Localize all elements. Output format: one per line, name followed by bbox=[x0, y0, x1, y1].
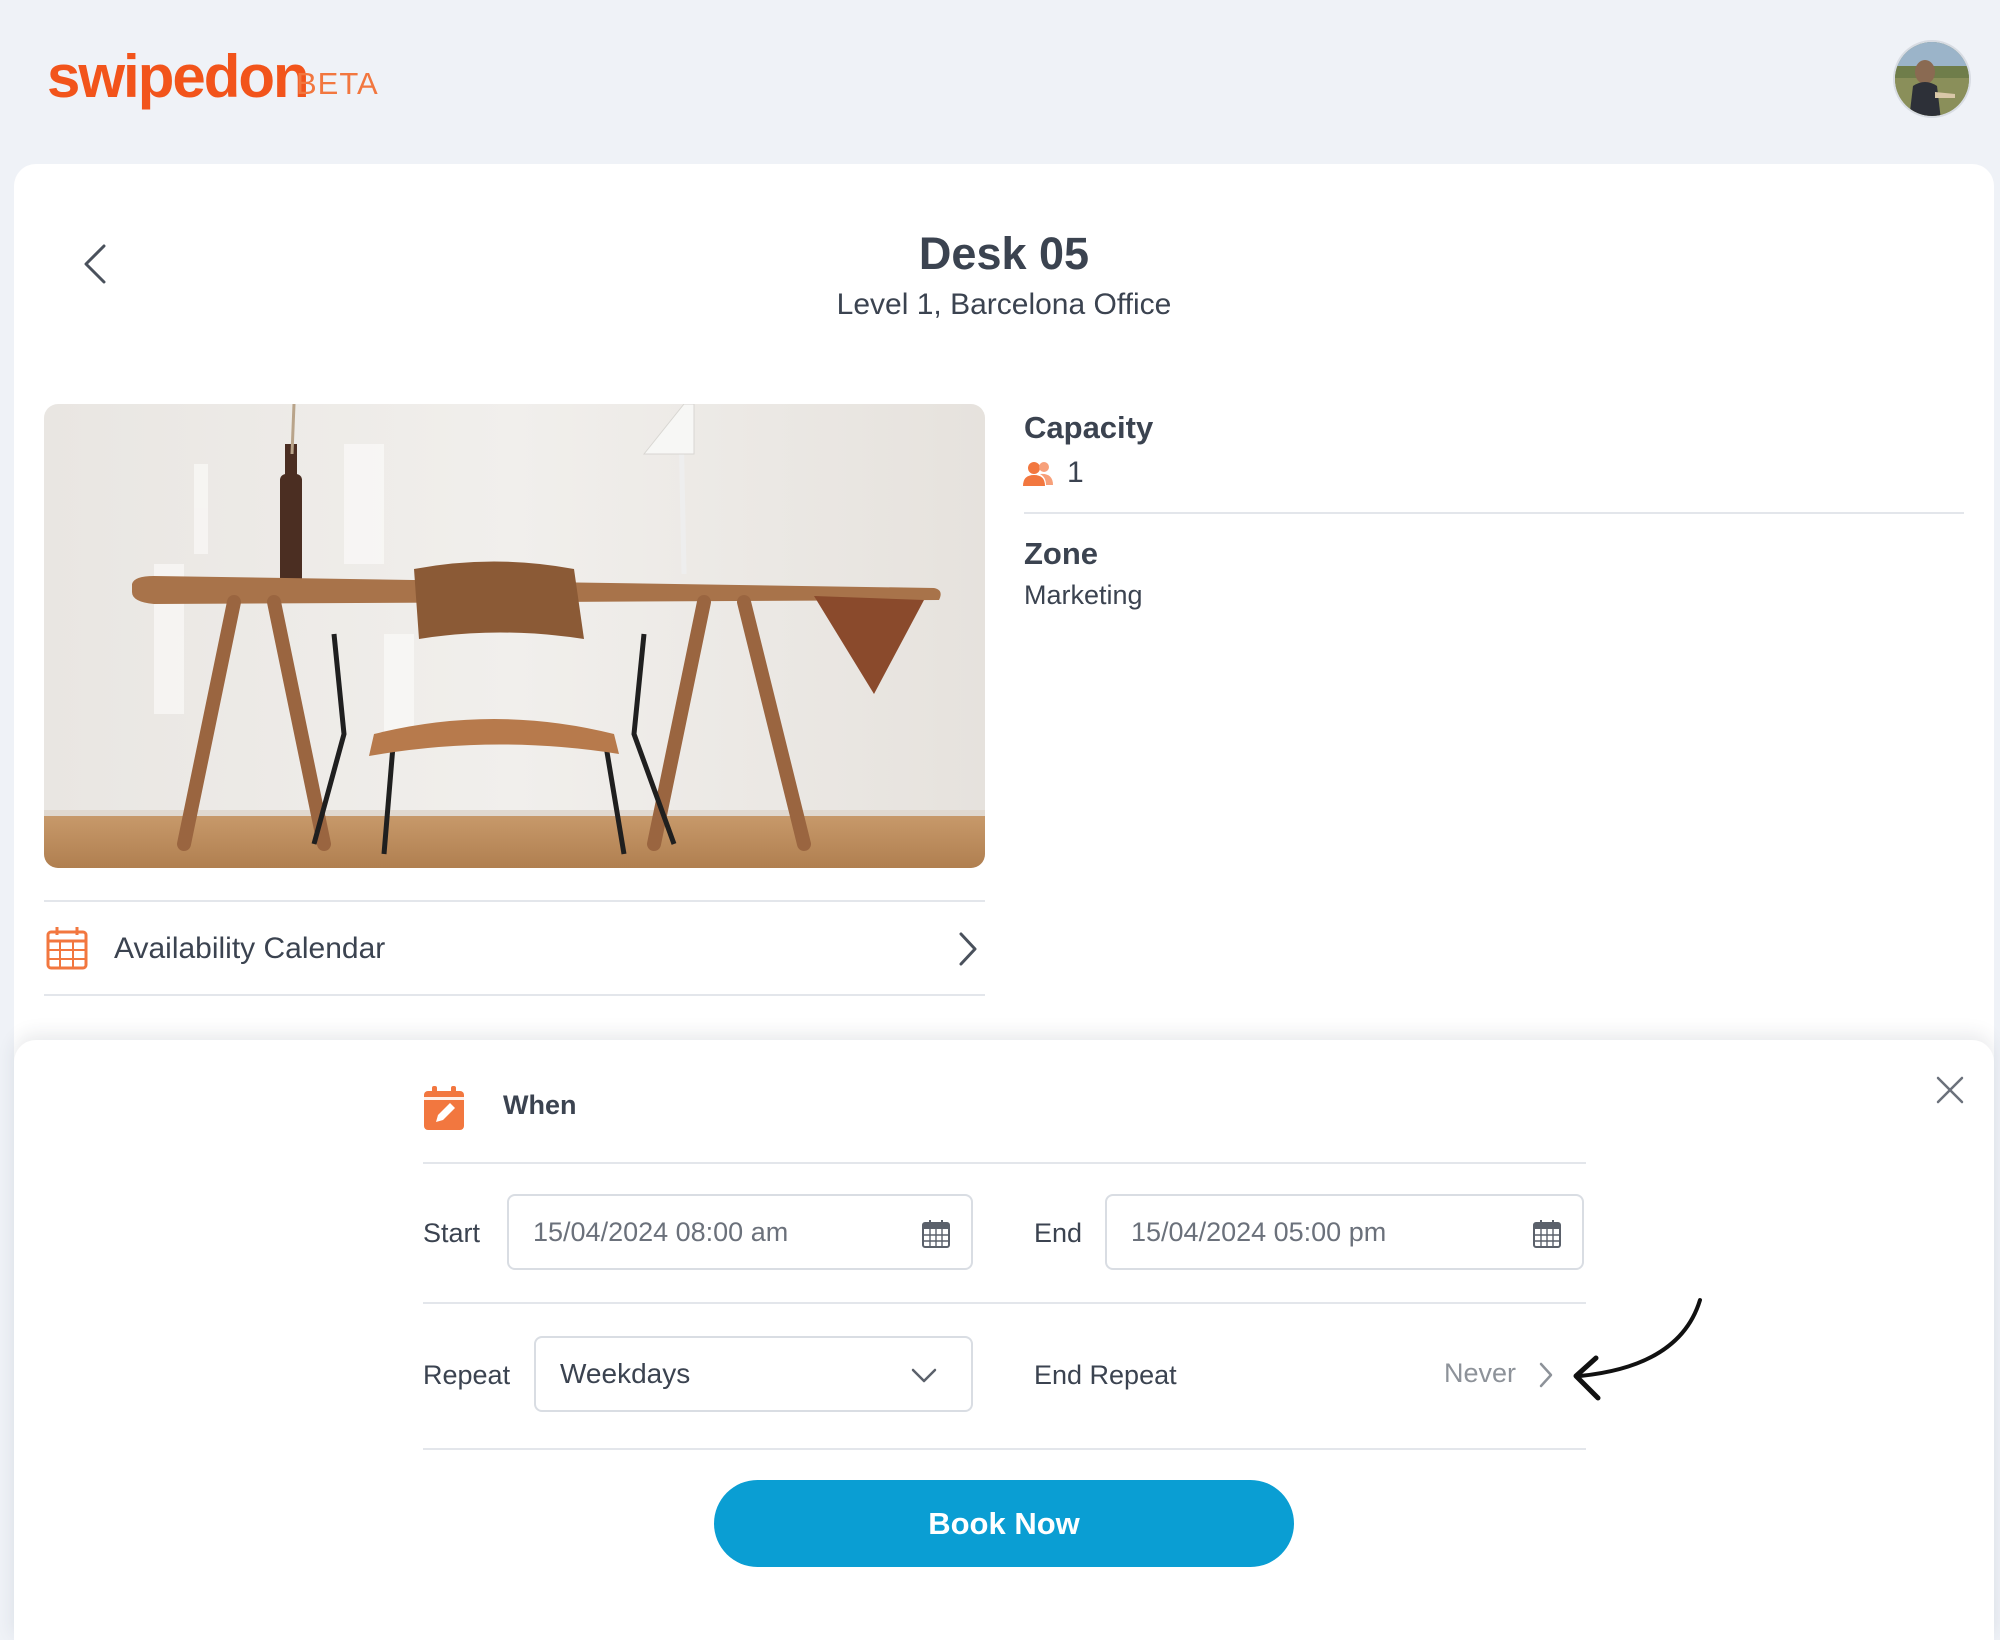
end-datetime-input[interactable]: 15/04/2024 05:00 pm bbox=[1105, 1194, 1584, 1270]
capacity-value: 1 bbox=[1067, 456, 1084, 489]
start-datetime-input[interactable]: 15/04/2024 08:00 am bbox=[507, 1194, 973, 1270]
end-datetime-value: 15/04/2024 05:00 pm bbox=[1131, 1216, 1387, 1247]
close-button[interactable] bbox=[1932, 1072, 1968, 1108]
availability-calendar-link[interactable]: Availability Calendar bbox=[44, 902, 985, 994]
book-now-button[interactable]: Book Now bbox=[714, 1480, 1294, 1567]
desk-location: Level 1, Barcelona Office bbox=[836, 288, 1172, 321]
chevron-right-icon[interactable] bbox=[1538, 1362, 1554, 1388]
divider bbox=[44, 994, 985, 996]
divider bbox=[423, 1448, 1586, 1450]
repeat-selected-value: Weekdays bbox=[560, 1358, 691, 1389]
swipedon-logo[interactable]: swipedon bbox=[47, 42, 310, 111]
zone-value: Marketing bbox=[1024, 580, 1143, 610]
beta-badge: BETA bbox=[296, 66, 379, 101]
close-icon bbox=[1936, 1076, 1964, 1104]
divider bbox=[423, 1162, 1586, 1164]
calendar-edit-icon bbox=[424, 1086, 464, 1130]
calendar-icon[interactable] bbox=[921, 1219, 951, 1249]
zone-heading: Zone bbox=[1024, 536, 1099, 571]
desk-photo bbox=[44, 404, 985, 868]
end-repeat-label: End Repeat bbox=[1034, 1360, 1177, 1390]
divider bbox=[1024, 512, 1964, 514]
repeat-select[interactable]: Weekdays bbox=[534, 1336, 973, 1412]
chevron-right-icon bbox=[959, 932, 977, 966]
user-avatar[interactable] bbox=[1893, 40, 1971, 118]
calendar-icon[interactable] bbox=[1532, 1219, 1562, 1249]
calendar-icon bbox=[46, 927, 88, 970]
divider bbox=[423, 1302, 1586, 1304]
end-label: End bbox=[1034, 1218, 1083, 1248]
app-header: swipedon BETA bbox=[0, 0, 2000, 165]
desk-title: Desk 05 bbox=[918, 228, 1090, 279]
capacity-heading: Capacity bbox=[1024, 410, 1154, 445]
end-repeat-value[interactable]: Never bbox=[1444, 1358, 1516, 1389]
start-datetime-value: 15/04/2024 08:00 am bbox=[533, 1216, 789, 1247]
start-label: Start bbox=[423, 1218, 481, 1248]
availability-calendar-label: Availability Calendar bbox=[114, 932, 386, 965]
repeat-label: Repeat bbox=[423, 1360, 511, 1390]
when-heading: When bbox=[503, 1090, 577, 1120]
people-icon bbox=[1023, 462, 1053, 486]
annotation-arrow-icon bbox=[1573, 1298, 1702, 1401]
chevron-down-icon bbox=[911, 1368, 937, 1383]
